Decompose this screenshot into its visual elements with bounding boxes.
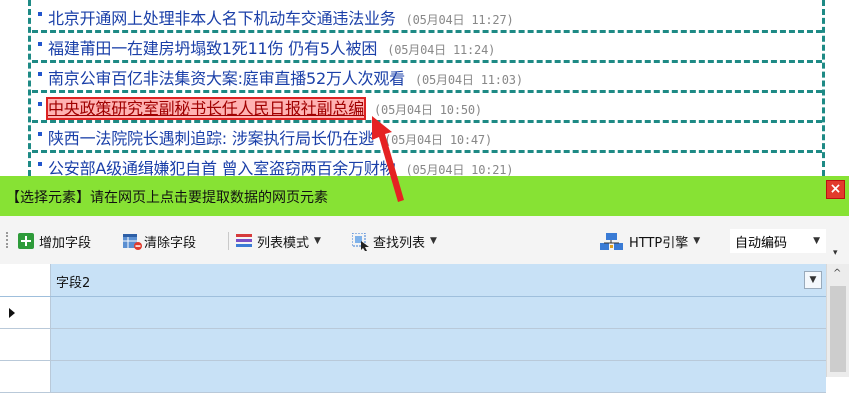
news-time: (05月04日 10:21): [405, 163, 514, 176]
row-header[interactable]: [0, 329, 51, 360]
dash-separator: [32, 150, 822, 153]
close-icon[interactable]: ×: [826, 180, 845, 199]
dash-separator: [32, 30, 822, 33]
toolbar-grip[interactable]: [6, 232, 10, 248]
table-row[interactable]: [0, 329, 826, 361]
selection-hint-bar: 【选择元素】请在网页上点击要提取数据的网页元素 ×: [0, 176, 849, 216]
news-title[interactable]: 南京公审百亿非法集资大案:庭审直播52万人次观看: [48, 69, 405, 88]
current-row-icon: [9, 308, 15, 318]
scroll-thumb[interactable]: [830, 286, 846, 372]
dash-separator: [32, 120, 822, 123]
add-field-label: 增加字段: [39, 235, 92, 251]
bullet-icon: [38, 72, 42, 76]
news-time: (05月04日 11:27): [405, 13, 514, 27]
bullet-icon: [38, 162, 42, 166]
news-title[interactable]: 公安部A级通缉嫌犯自首 曾入室盗窃两百余万财物: [48, 159, 396, 176]
hint-text: 【选择元素】请在网页上点击要提取数据的网页元素: [6, 190, 328, 206]
bullet-icon: [38, 102, 42, 106]
news-item[interactable]: 福建莆田一在建房坍塌致1死11伤 仍有5人被困 (05月04日 11:24): [32, 30, 822, 58]
news-title[interactable]: 北京开通网上处理非本人名下机动车交通违法业务: [48, 9, 396, 28]
network-icon: [600, 233, 624, 250]
news-list: 北京开通网上处理非本人名下机动车交通违法业务 (05月04日 11:27) 福建莆…: [0, 0, 849, 176]
bullet-icon: [38, 132, 42, 136]
clear-table-icon: [123, 233, 142, 250]
data-grid: 字段2 ▼: [0, 264, 826, 393]
column-header[interactable]: 字段2: [56, 272, 90, 291]
scroll-up-icon[interactable]: ^: [833, 268, 841, 279]
list-mode-dropdown[interactable]: 列表模式 ▼: [236, 231, 321, 251]
find-list-icon: [351, 232, 369, 251]
news-item[interactable]: 北京开通网上处理非本人名下机动车交通违法业务 (05月04日 11:27): [32, 0, 822, 28]
http-engine-label: HTTP引擎: [629, 235, 689, 251]
chevron-down-icon: ▼: [314, 236, 321, 246]
news-title[interactable]: 福建莆田一在建房坍塌致1死11伤 仍有5人被困: [48, 39, 377, 58]
row-header[interactable]: [0, 297, 51, 328]
bullet-icon: [38, 12, 42, 16]
news-time: (05月04日 11:24): [387, 43, 496, 57]
news-time: (05月04日 10:47): [384, 133, 492, 147]
clear-field-button[interactable]: 清除字段: [123, 231, 196, 251]
find-list-label: 查找列表: [373, 235, 426, 251]
news-title[interactable]: 陕西一法院院长遇刺追踪: 涉案执行局长仍在逃: [48, 129, 374, 148]
row-header-corner[interactable]: [0, 264, 51, 296]
table-cell[interactable]: [51, 297, 826, 328]
vertical-scrollbar[interactable]: ^: [826, 264, 849, 377]
news-time: (05月04日 10:50): [374, 103, 482, 117]
chevron-down-icon: ▼: [693, 236, 701, 246]
find-list-dropdown[interactable]: 查找列表 ▼: [351, 231, 437, 251]
chevron-down-icon: ▼: [430, 236, 437, 246]
list-icon: [236, 233, 252, 249]
toolbar-separator: [228, 232, 229, 250]
encoding-value: 自动编码: [735, 235, 788, 251]
news-title[interactable]: 中央政策研究室副秘书长任人民日报社副总编: [45, 97, 367, 120]
dash-separator: [32, 60, 822, 63]
encoding-select[interactable]: 自动编码 ▼: [730, 229, 826, 253]
news-item-selected[interactable]: 中央政策研究室副秘书长任人民日报社副总编 (05月04日 10:50): [32, 90, 822, 120]
frame-left-border: [28, 0, 31, 176]
frame-right-border: [822, 0, 825, 176]
chevron-down-icon: ▼: [813, 236, 820, 246]
list-mode-label: 列表模式: [257, 235, 310, 251]
http-engine-dropdown[interactable]: HTTP引擎 ▼: [600, 231, 700, 251]
chevron-down-icon[interactable]: ▼: [804, 271, 822, 289]
news-item[interactable]: 陕西一法院院长遇刺追踪: 涉案执行局长仍在逃 (05月04日 10:47): [32, 120, 822, 148]
toolbar: 增加字段 清除字段 列表模式 ▼ 查找列表 ▼ HTTP引擎 ▼ 自动编码 ▼: [0, 216, 849, 265]
table-row[interactable]: [0, 361, 826, 393]
news-item[interactable]: 公安部A级通缉嫌犯自首 曾入室盗窃两百余万财物 (05月04日 10:21): [32, 150, 822, 176]
news-time: (05月04日 11:03): [414, 73, 523, 87]
table-cell[interactable]: [51, 329, 826, 360]
clear-field-label: 清除字段: [144, 235, 197, 251]
toolbar-overflow-icon[interactable]: ▾: [833, 248, 838, 258]
dash-separator: [32, 90, 822, 93]
add-field-button[interactable]: 增加字段: [18, 231, 91, 251]
bullet-icon: [38, 42, 42, 46]
grid-header: 字段2 ▼: [0, 264, 826, 297]
table-row[interactable]: [0, 297, 826, 329]
plus-icon: [18, 233, 34, 249]
news-item[interactable]: 南京公审百亿非法集资大案:庭审直播52万人次观看 (05月04日 11:03): [32, 60, 822, 88]
